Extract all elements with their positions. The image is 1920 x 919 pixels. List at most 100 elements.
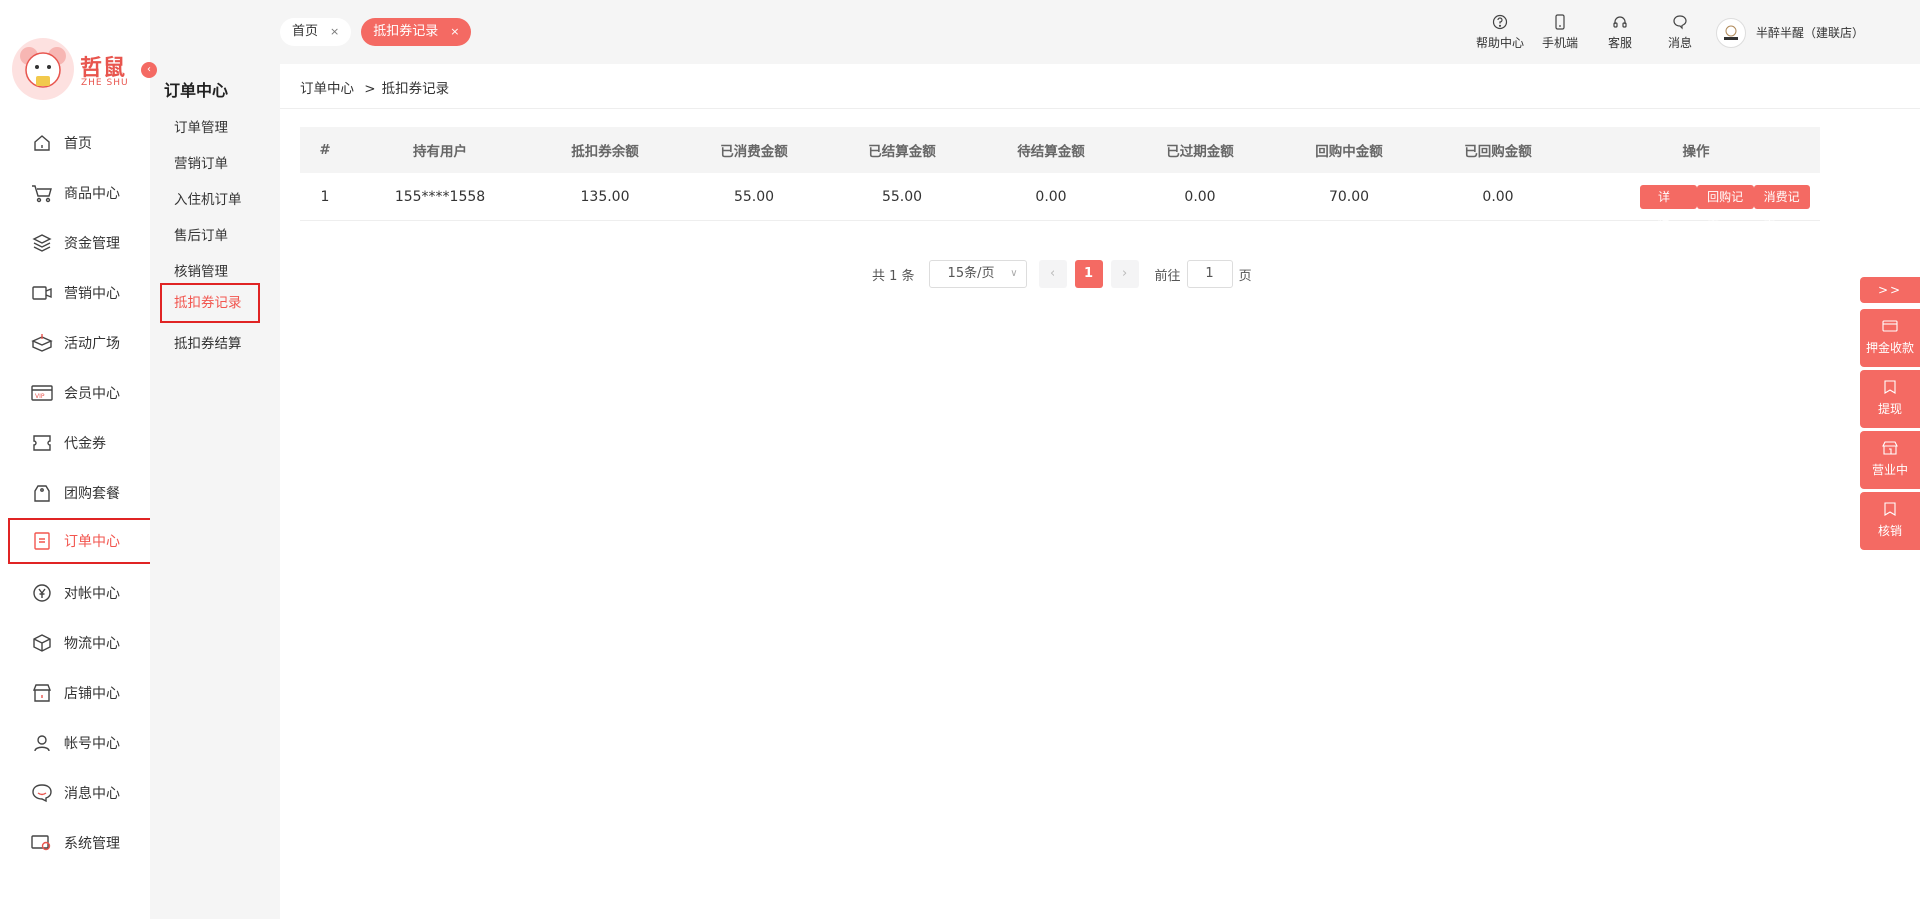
subnav-item-checkin-orders[interactable]: 入住机订单 — [174, 188, 242, 208]
subnav-item-voucher-settlement[interactable]: 抵扣券结算 — [174, 332, 242, 352]
sidebar-item-label: 营销中心 — [64, 286, 120, 302]
tool-label: 客服 — [1607, 36, 1632, 50]
table-cell: 1 — [320, 188, 330, 205]
sidebar-item-store[interactable]: 店铺中心 — [10, 670, 150, 716]
vip-card-icon: VIP — [30, 382, 54, 404]
sidebar-item-label: 活动广场 — [64, 336, 120, 352]
sidebar-item-account[interactable]: 帐号中心 — [10, 720, 150, 766]
package-icon — [30, 632, 54, 654]
subnav-item-voucher-records[interactable]: 抵扣券记录 — [160, 283, 260, 323]
column-header: 持有用户 — [413, 144, 467, 160]
avatar[interactable] — [1716, 18, 1746, 48]
sidebar-item-marketing[interactable]: 营销中心 — [10, 270, 150, 316]
tab-home[interactable]: 首页 × — [280, 18, 352, 46]
consumption-records-button[interactable]: 消费记录 — [1753, 184, 1810, 228]
main-sidebar: 哲鼠 ZHE SHU 首页 商品中心 资金管理 营销中心 活动广场 VIP 会员… — [0, 0, 153, 919]
breadcrumb-separator: > — [364, 81, 376, 97]
sidebar-item-activity[interactable]: 活动广场 — [10, 320, 150, 366]
sidebar-item-reconciliation[interactable]: 对帐中心 — [10, 570, 150, 616]
card-icon — [1860, 319, 1920, 335]
table-cell: 55.00 — [733, 188, 775, 205]
subnav-item-aftersale-orders[interactable]: 售后订单 — [174, 224, 228, 244]
phone-icon — [1530, 14, 1590, 32]
user-name[interactable]: 半醉半醒（建联店） — [1756, 24, 1864, 41]
customer-service-button[interactable]: 客服 — [1590, 14, 1650, 51]
row-actions: 详 情 回购记录 消费记录 — [1572, 184, 1820, 228]
prev-page-button[interactable]: ‹ — [1038, 260, 1067, 288]
sidebar-item-label: 会员中心 — [64, 386, 120, 402]
voucher-records-table: # 持有用户 抵扣券余额 已消费金额 已结算金额 待结算金额 已过期金额 回购中… — [300, 127, 1820, 228]
sidebar-item-funds[interactable]: 资金管理 — [10, 220, 150, 266]
open-status-button[interactable]: 营业中 — [1860, 431, 1920, 489]
float-panel-toggle[interactable]: >> — [1860, 277, 1920, 303]
withdraw-button[interactable]: 提现 — [1860, 370, 1920, 428]
sidebar-item-label: 商品中心 — [64, 186, 120, 202]
goto-page-input[interactable]: 1 — [1186, 260, 1233, 288]
close-icon[interactable]: × — [330, 18, 339, 46]
table-header: # 持有用户 抵扣券余额 已消费金额 已结算金额 待结算金额 已过期金额 回购中… — [300, 127, 1820, 173]
collapse-sidebar-button[interactable]: ‹ — [141, 62, 157, 78]
main-content: 订单中心 > 抵扣券记录 # 持有用户 抵扣券余额 已消费金额 已结算金额 待结算… — [280, 64, 1920, 919]
yen-circle-icon — [30, 582, 54, 604]
help-icon — [1470, 14, 1530, 32]
sidebar-item-label: 对帐中心 — [64, 586, 120, 602]
column-header: 已消费金额 — [720, 144, 788, 160]
tab-label: 首页 — [292, 24, 319, 39]
sidebar-item-home[interactable]: 首页 — [10, 120, 150, 166]
subnav-item-order-management[interactable]: 订单管理 — [174, 116, 228, 136]
column-header: 回购中金额 — [1315, 144, 1383, 160]
float-label: 营业中 — [1871, 463, 1908, 477]
page-number-current[interactable]: 1 — [1074, 260, 1103, 288]
subnav-item-marketing-orders[interactable]: 营销订单 — [174, 152, 228, 172]
sidebar-item-label: 资金管理 — [64, 236, 120, 252]
headset-icon — [1590, 14, 1650, 32]
sidebar-item-orders[interactable]: 订单中心 — [8, 518, 153, 564]
sidebar-item-label: 物流中心 — [64, 636, 120, 652]
sidebar-item-system[interactable]: 系统管理 — [10, 820, 150, 866]
deposit-collection-button[interactable]: 押金收款 — [1860, 309, 1920, 367]
shop-icon — [1860, 441, 1920, 457]
sidebar-item-vouchers[interactable]: 代金券 — [10, 420, 150, 466]
table-cell: 0.00 — [1482, 188, 1514, 205]
sidebar-item-products[interactable]: 商品中心 — [10, 170, 150, 216]
home-icon — [30, 132, 54, 154]
pagination: 共 1 条 15条/页 ∨ ‹ 1 › 前往 1 页 — [872, 260, 1252, 288]
sidebar-item-messages[interactable]: 消息中心 — [10, 770, 150, 816]
buyback-records-button[interactable]: 回购记录 — [1697, 184, 1754, 228]
bookmark-icon — [1860, 502, 1920, 518]
help-center-button[interactable]: 帮助中心 — [1470, 14, 1530, 51]
subnav-item-verification[interactable]: 核销管理 — [174, 260, 228, 280]
page-tabs: 首页 × 抵扣券记录 × — [280, 18, 481, 46]
next-page-button[interactable]: › — [1110, 260, 1139, 288]
mobile-button[interactable]: 手机端 — [1530, 14, 1590, 51]
column-header: 已结算金额 — [868, 144, 936, 160]
column-header: 待结算金额 — [1017, 144, 1085, 160]
svg-text:VIP: VIP — [35, 393, 45, 400]
sidebar-item-label: 首页 — [64, 136, 92, 152]
table-row: 1 155****1558 135.00 55.00 55.00 0.00 0.… — [300, 173, 1820, 228]
brand-logo[interactable]: 哲鼠 ZHE SHU — [12, 38, 137, 102]
box-icon — [30, 332, 54, 354]
column-header: 抵扣券余额 — [571, 144, 639, 160]
breadcrumb-current: 抵扣券记录 — [381, 81, 450, 97]
column-header: # — [319, 142, 331, 158]
page-size-select[interactable]: 15条/页 ∨ — [928, 260, 1027, 288]
breadcrumb-root[interactable]: 订单中心 — [300, 81, 354, 97]
pagination-total: 共 1 条 — [872, 268, 915, 284]
sidebar-item-members[interactable]: VIP 会员中心 — [10, 370, 150, 416]
goto-suffix: 页 — [1238, 268, 1252, 284]
details-button[interactable]: 详 情 — [1640, 184, 1698, 228]
verify-button[interactable]: 核销 — [1860, 492, 1920, 550]
bookmark-icon — [1860, 380, 1920, 396]
layers-icon — [30, 232, 54, 254]
tab-voucher-records[interactable]: 抵扣券记录 × — [361, 18, 472, 46]
chevron-down-icon: ∨ — [1010, 268, 1018, 279]
table-cell: 155****1558 — [394, 188, 486, 205]
close-icon[interactable]: × — [450, 18, 459, 46]
messages-button[interactable]: 消息 — [1650, 14, 1710, 51]
mouse-mascot-icon — [12, 38, 74, 100]
sidebar-item-logistics[interactable]: 物流中心 — [10, 620, 150, 666]
sidebar-item-group-buy[interactable]: 团购套餐 — [10, 470, 150, 516]
column-header: 已回购金额 — [1464, 144, 1532, 160]
float-label: 核销 — [1877, 524, 1902, 538]
